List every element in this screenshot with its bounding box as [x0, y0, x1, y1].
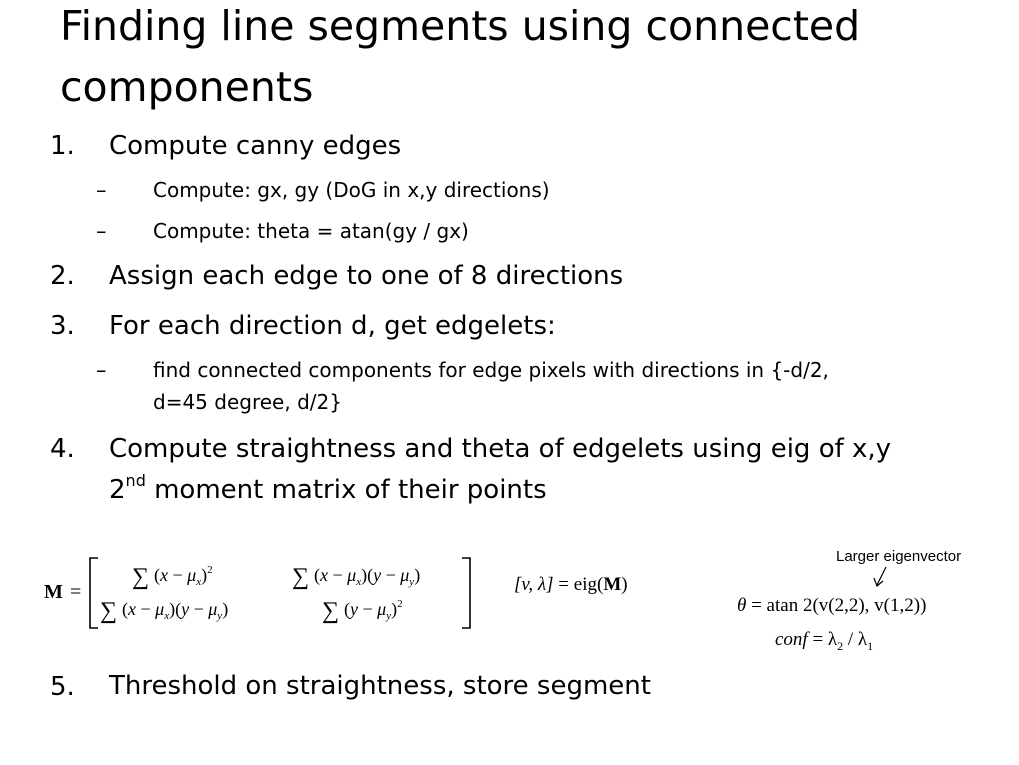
- sum-r2c2: ∑: [322, 598, 339, 624]
- term-r1c2: (x − μx)(y − μy): [314, 565, 420, 588]
- theta-rhs: = atan 2(v(2,2), v(1,2)): [751, 595, 927, 616]
- substep-text-1-1: Compute: gx, gy (DoG in x,y directions): [153, 178, 550, 202]
- theta-lhs: θ: [737, 595, 747, 616]
- conf-sub1: 1: [867, 638, 874, 653]
- substep-bullet-3-1: –: [96, 358, 107, 382]
- eig-close: ): [621, 574, 628, 595]
- step-text-4-line1: Compute straightness and theta of edgele…: [109, 434, 892, 464]
- substep-bullet-1-1: –: [96, 178, 107, 202]
- sum-r1c2: ∑: [292, 564, 309, 590]
- term-r2c2: (y − μy)2: [344, 598, 403, 622]
- step-number-5: 5.: [50, 672, 75, 702]
- right-bracket: [462, 557, 471, 629]
- sum-r2c1: ∑: [100, 598, 117, 624]
- substep-text-3-1-line2: d=45 degree, d/2}: [153, 390, 342, 414]
- theta-equation: θ = atan 2(v(2,2), v(1,2)): [737, 594, 926, 618]
- step-number-4: 4.: [50, 434, 75, 464]
- step-number-1: 1.: [50, 131, 75, 161]
- conf-lhs: conf: [775, 629, 808, 650]
- term-r2c1: (x − μx)(y − μy): [122, 599, 228, 622]
- step-text-5: Threshold on straightness, store segment: [109, 671, 651, 701]
- eig-rhs: = eig(: [558, 574, 604, 595]
- step-number-3: 3.: [50, 311, 75, 341]
- step-text-3: For each direction d, get edgelets:: [109, 311, 556, 341]
- step-text-4-prefix: 2: [109, 475, 126, 505]
- eig-arg: M: [603, 574, 622, 595]
- term-r1c1: (x − μx)2: [154, 564, 213, 588]
- conf-equation: conf = λ2 / λ1: [775, 628, 873, 658]
- step-text-4-rest: moment matrix of their points: [145, 475, 547, 505]
- step-text-4-superscript: nd: [125, 471, 146, 491]
- eig-equation: [v, λ] = eig(M): [514, 573, 628, 597]
- substep-text-1-2: Compute: theta = atan(gy / gx): [153, 219, 469, 243]
- step-text-4-line2: 2nd moment matrix of their points: [109, 470, 547, 511]
- slide-title: Finding line segments using connected co…: [60, 2, 861, 111]
- matrix-lhs: M: [44, 581, 63, 603]
- substep-text-3-1-line1: find connected components for edge pixel…: [153, 358, 829, 382]
- larger-eigenvector-annotation: Larger eigenvector: [836, 548, 962, 565]
- step-text-1: Compute canny edges: [109, 131, 402, 161]
- sum-r1c1: ∑: [132, 564, 149, 590]
- step-number-2: 2.: [50, 261, 75, 291]
- second-moment-matrix-equation: M = ∑ (x − μx)2 ∑ (x − μx)(y − μy) ∑ (x …: [44, 557, 471, 629]
- step-text-2: Assign each edge to one of 8 directions: [109, 261, 624, 291]
- conf-slash: / λ: [843, 629, 868, 650]
- annotation-arrow-icon: [873, 566, 887, 588]
- equals-sign: =: [70, 581, 81, 603]
- substep-bullet-1-2: –: [96, 219, 107, 243]
- eig-lhs: [v, λ]: [514, 574, 554, 595]
- conf-rhs: = λ: [812, 629, 838, 650]
- left-bracket: [89, 557, 98, 629]
